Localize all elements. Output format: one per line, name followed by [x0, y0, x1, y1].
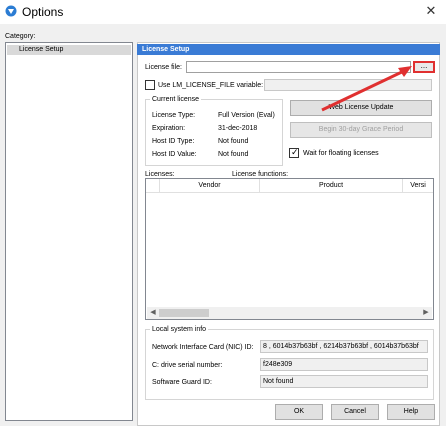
panel-header: License Setup — [137, 44, 440, 55]
category-item-license-setup[interactable]: License Setup — [7, 45, 131, 55]
help-button[interactable]: Help — [387, 404, 435, 420]
checkmark-icon: ✓ — [291, 147, 299, 157]
licenses-table[interactable]: Vendor Product Versi ◀ ▶ — [145, 178, 434, 320]
nic-id-field: 8 , 6014b37b63bf , 6214b37b63bf , 6014b3… — [260, 340, 428, 353]
license-type-value: Full Version (Eval) — [218, 112, 275, 119]
grace-period-button[interactable]: Begin 30-day Grace Period — [290, 122, 432, 138]
category-list[interactable]: License Setup — [5, 42, 133, 421]
app-icon — [5, 5, 17, 17]
host-id-value-value: Not found — [218, 151, 249, 158]
close-icon[interactable]: ✕ — [424, 4, 438, 18]
expiration-value: 31-dec-2018 — [218, 125, 258, 132]
license-type-label: License Type: — [152, 112, 196, 119]
column-header-product[interactable]: Product — [260, 179, 403, 193]
use-lm-checkbox[interactable] — [145, 80, 155, 90]
license-file-label: License file: — [145, 64, 182, 71]
software-guard-field: Not found — [260, 375, 428, 388]
horizontal-scrollbar[interactable]: ◀ ▶ — [147, 307, 432, 319]
floating-label: Wait for floating licenses — [303, 150, 379, 157]
local-system-info-title: Local system info — [150, 325, 209, 334]
host-id-type-value: Not found — [218, 138, 249, 145]
cancel-button[interactable]: Cancel — [331, 404, 379, 420]
title-bar — [0, 0, 446, 24]
drive-serial-label: C: drive serial number: — [152, 362, 223, 369]
scroll-right-icon[interactable]: ▶ — [420, 307, 432, 319]
floating-checkbox[interactable]: ✓ — [289, 147, 299, 158]
drive-serial-field: f248e309 — [260, 358, 428, 371]
scroll-left-icon[interactable]: ◀ — [147, 307, 159, 319]
host-id-type-label: Host ID Type: — [152, 138, 195, 145]
category-label: Category: — [5, 33, 36, 40]
column-header-version[interactable]: Versi — [403, 179, 433, 193]
annotation-arrow-icon — [321, 66, 412, 112]
column-header-vendor[interactable]: Vendor — [160, 179, 260, 193]
use-lm-label: Use LM_LICENSE_FILE variable: — [158, 82, 264, 89]
window-title: Options — [22, 5, 64, 19]
ok-button[interactable]: OK — [275, 404, 323, 420]
host-id-value-label: Host ID Value: — [152, 151, 197, 158]
current-license-title: Current license — [150, 95, 202, 104]
nic-id-label: Network Interface Card (NIC) ID: — [152, 344, 254, 351]
expiration-label: Expiration: — [152, 125, 186, 132]
software-guard-label: Software Guard ID: — [152, 379, 212, 386]
scroll-thumb[interactable] — [159, 309, 209, 317]
column-header-select[interactable] — [146, 179, 160, 193]
